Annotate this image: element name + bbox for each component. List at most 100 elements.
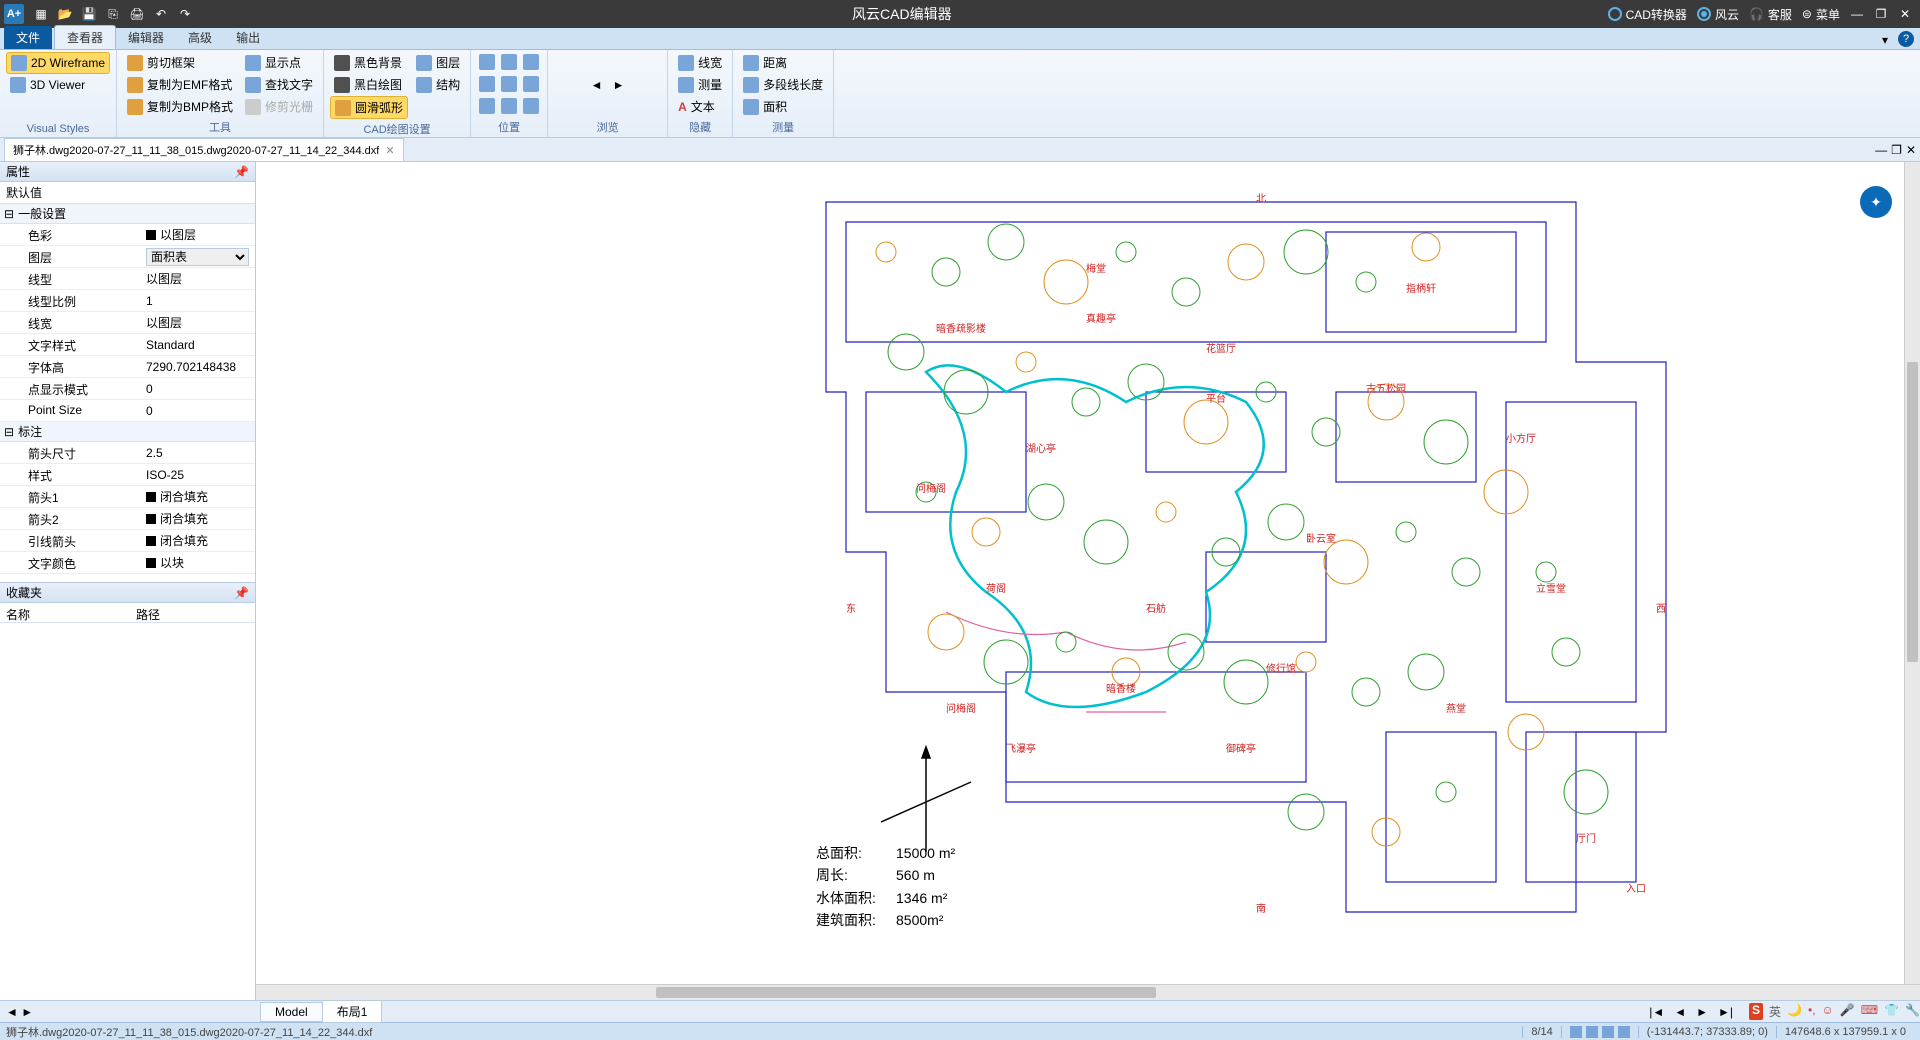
favorites-pin-icon[interactable]: 📌: [234, 586, 249, 600]
property-row[interactable]: 引线箭头闭合填充: [0, 530, 255, 552]
property-value[interactable]: 以图层: [140, 312, 255, 333]
property-value[interactable]: ISO-25: [140, 464, 255, 485]
property-value[interactable]: Standard: [140, 334, 255, 355]
nav-first-icon[interactable]: |◄: [1645, 1005, 1668, 1019]
help-icon[interactable]: ?: [1898, 31, 1914, 47]
ime-sogou-icon[interactable]: S: [1749, 1003, 1763, 1020]
document-tab-close-icon[interactable]: ✕: [385, 144, 394, 157]
pos-btn-8[interactable]: [499, 96, 519, 116]
model-tab-layout1[interactable]: 布局1: [322, 1000, 383, 1023]
pos-btn-4[interactable]: [477, 74, 497, 94]
wireframe-button[interactable]: 2D Wireframe: [6, 52, 110, 74]
ime-keyboard-icon[interactable]: ⌨: [1861, 1003, 1878, 1020]
property-value[interactable]: 7290.702148438: [140, 356, 255, 377]
redo-icon[interactable]: ↷: [174, 3, 196, 25]
maximize-button[interactable]: ❐: [1870, 3, 1892, 25]
pos-btn-3[interactable]: [521, 52, 541, 72]
viewer-3d-button[interactable]: 3D Viewer: [6, 75, 110, 95]
property-row[interactable]: Point Size0: [0, 400, 255, 422]
measure-polyline-button[interactable]: 多段线长度: [739, 74, 827, 95]
property-row[interactable]: 点显示模式0: [0, 378, 255, 400]
canvas-fab-button[interactable]: ✦: [1860, 186, 1892, 218]
property-value[interactable]: 以图层: [140, 224, 255, 245]
property-value[interactable]: 1: [140, 290, 255, 311]
doc-max-icon[interactable]: ❐: [1891, 143, 1902, 157]
property-value[interactable]: 闭合填充: [140, 530, 255, 551]
property-row[interactable]: 文字样式Standard: [0, 334, 255, 356]
bw-draw-button[interactable]: 黑白绘图: [330, 74, 408, 95]
property-row[interactable]: 箭头1闭合填充: [0, 486, 255, 508]
ime-lang[interactable]: 英: [1769, 1003, 1781, 1020]
tab-advanced[interactable]: 高级: [176, 26, 224, 49]
measure-distance-button[interactable]: 距离: [739, 52, 827, 73]
menu-link[interactable]: ⊜菜单: [1802, 6, 1840, 23]
copy-bmp-button[interactable]: 复制为BMP格式: [123, 96, 237, 117]
copy-emf-button[interactable]: 复制为EMF格式: [123, 74, 237, 95]
pos-btn-5[interactable]: [499, 74, 519, 94]
property-value[interactable]: 面积表: [140, 246, 255, 267]
status-snap-icons[interactable]: [1561, 1026, 1638, 1038]
doc-close-icon[interactable]: ✕: [1906, 143, 1916, 157]
property-row[interactable]: 样式ISO-25: [0, 464, 255, 486]
section-dimension[interactable]: ⊟ 标注: [0, 422, 255, 442]
drawing-canvas[interactable]: ✦: [256, 162, 1920, 984]
nav-prev-icon[interactable]: ◄: [1670, 1005, 1690, 1019]
property-value[interactable]: 0: [140, 400, 255, 421]
vertical-scrollbar[interactable]: [1904, 162, 1920, 984]
property-value[interactable]: 2.5: [140, 442, 255, 463]
property-value[interactable]: 闭合填充: [140, 486, 255, 507]
tab-file[interactable]: 文件: [4, 26, 52, 49]
property-value[interactable]: 0: [140, 378, 255, 399]
support-link[interactable]: 🎧客服: [1749, 6, 1792, 23]
pos-btn-7[interactable]: [477, 96, 497, 116]
nav-next-icon[interactable]: ►: [1692, 1005, 1712, 1019]
property-row[interactable]: 线型以图层: [0, 268, 255, 290]
save-icon[interactable]: 💾: [78, 3, 100, 25]
close-button[interactable]: ✕: [1894, 3, 1916, 25]
ime-punct-icon[interactable]: •,: [1808, 1003, 1816, 1020]
structure-button[interactable]: 结构: [412, 74, 464, 95]
property-row[interactable]: 色彩以图层: [0, 224, 255, 246]
property-value[interactable]: 闭合填充: [140, 508, 255, 529]
ime-skin-icon[interactable]: 👕: [1884, 1003, 1899, 1020]
print-icon[interactable]: 🖨: [126, 3, 148, 25]
favorites-col-path[interactable]: 路径: [130, 603, 166, 622]
property-row[interactable]: 箭头尺寸2.5: [0, 442, 255, 464]
find-text-button[interactable]: 查找文字: [241, 74, 317, 95]
layer-button[interactable]: 图层: [412, 52, 464, 73]
property-row[interactable]: 图层面积表: [0, 246, 255, 268]
property-row[interactable]: 线宽以图层: [0, 312, 255, 334]
property-row[interactable]: 文字颜色以块: [0, 552, 255, 574]
ribbon-minimize-icon[interactable]: ▾: [1876, 31, 1894, 49]
horizontal-scrollbar[interactable]: [256, 984, 1920, 1000]
property-row[interactable]: 线型比例1: [0, 290, 255, 312]
save-all-icon[interactable]: ⎘: [102, 3, 124, 25]
nav-last-icon[interactable]: ►|: [1714, 1005, 1737, 1019]
minimize-button[interactable]: —: [1846, 3, 1868, 25]
document-tab[interactable]: 狮子林.dwg2020-07-27_11_11_38_015.dwg2020-0…: [4, 138, 404, 161]
hide-text-button[interactable]: A文本: [674, 96, 726, 117]
measure-area-button[interactable]: 面积: [739, 96, 827, 117]
property-row[interactable]: 箭头2闭合填充: [0, 508, 255, 530]
undo-icon[interactable]: ↶: [150, 3, 172, 25]
section-general[interactable]: ⊟ 一般设置: [0, 204, 255, 224]
smooth-arc-button[interactable]: 圆滑弧形: [330, 96, 408, 119]
tab-editor[interactable]: 编辑器: [116, 26, 176, 49]
pos-btn-6[interactable]: [521, 74, 541, 94]
clip-frame-button[interactable]: 剪切框架: [123, 52, 237, 73]
browse-prev[interactable]: ◄: [587, 75, 607, 95]
pos-btn-2[interactable]: [499, 52, 519, 72]
hide-lineweight-button[interactable]: 线宽: [674, 52, 726, 73]
property-row[interactable]: 字体高7290.702148438: [0, 356, 255, 378]
tab-viewer[interactable]: 查看器: [54, 25, 116, 49]
favorites-col-name[interactable]: 名称: [0, 603, 130, 622]
pos-btn-9[interactable]: [521, 96, 541, 116]
tab-output[interactable]: 输出: [224, 26, 272, 49]
black-bg-button[interactable]: 黑色背景: [330, 52, 408, 73]
properties-pin-icon[interactable]: 📌: [234, 165, 249, 179]
cad-converter-link[interactable]: CAD转换器: [1608, 6, 1687, 23]
ime-emoji-icon[interactable]: ☺: [1822, 1003, 1834, 1020]
new-icon[interactable]: ▦: [30, 3, 52, 25]
pos-btn-1[interactable]: [477, 52, 497, 72]
hide-measure-button[interactable]: 测量: [674, 74, 726, 95]
